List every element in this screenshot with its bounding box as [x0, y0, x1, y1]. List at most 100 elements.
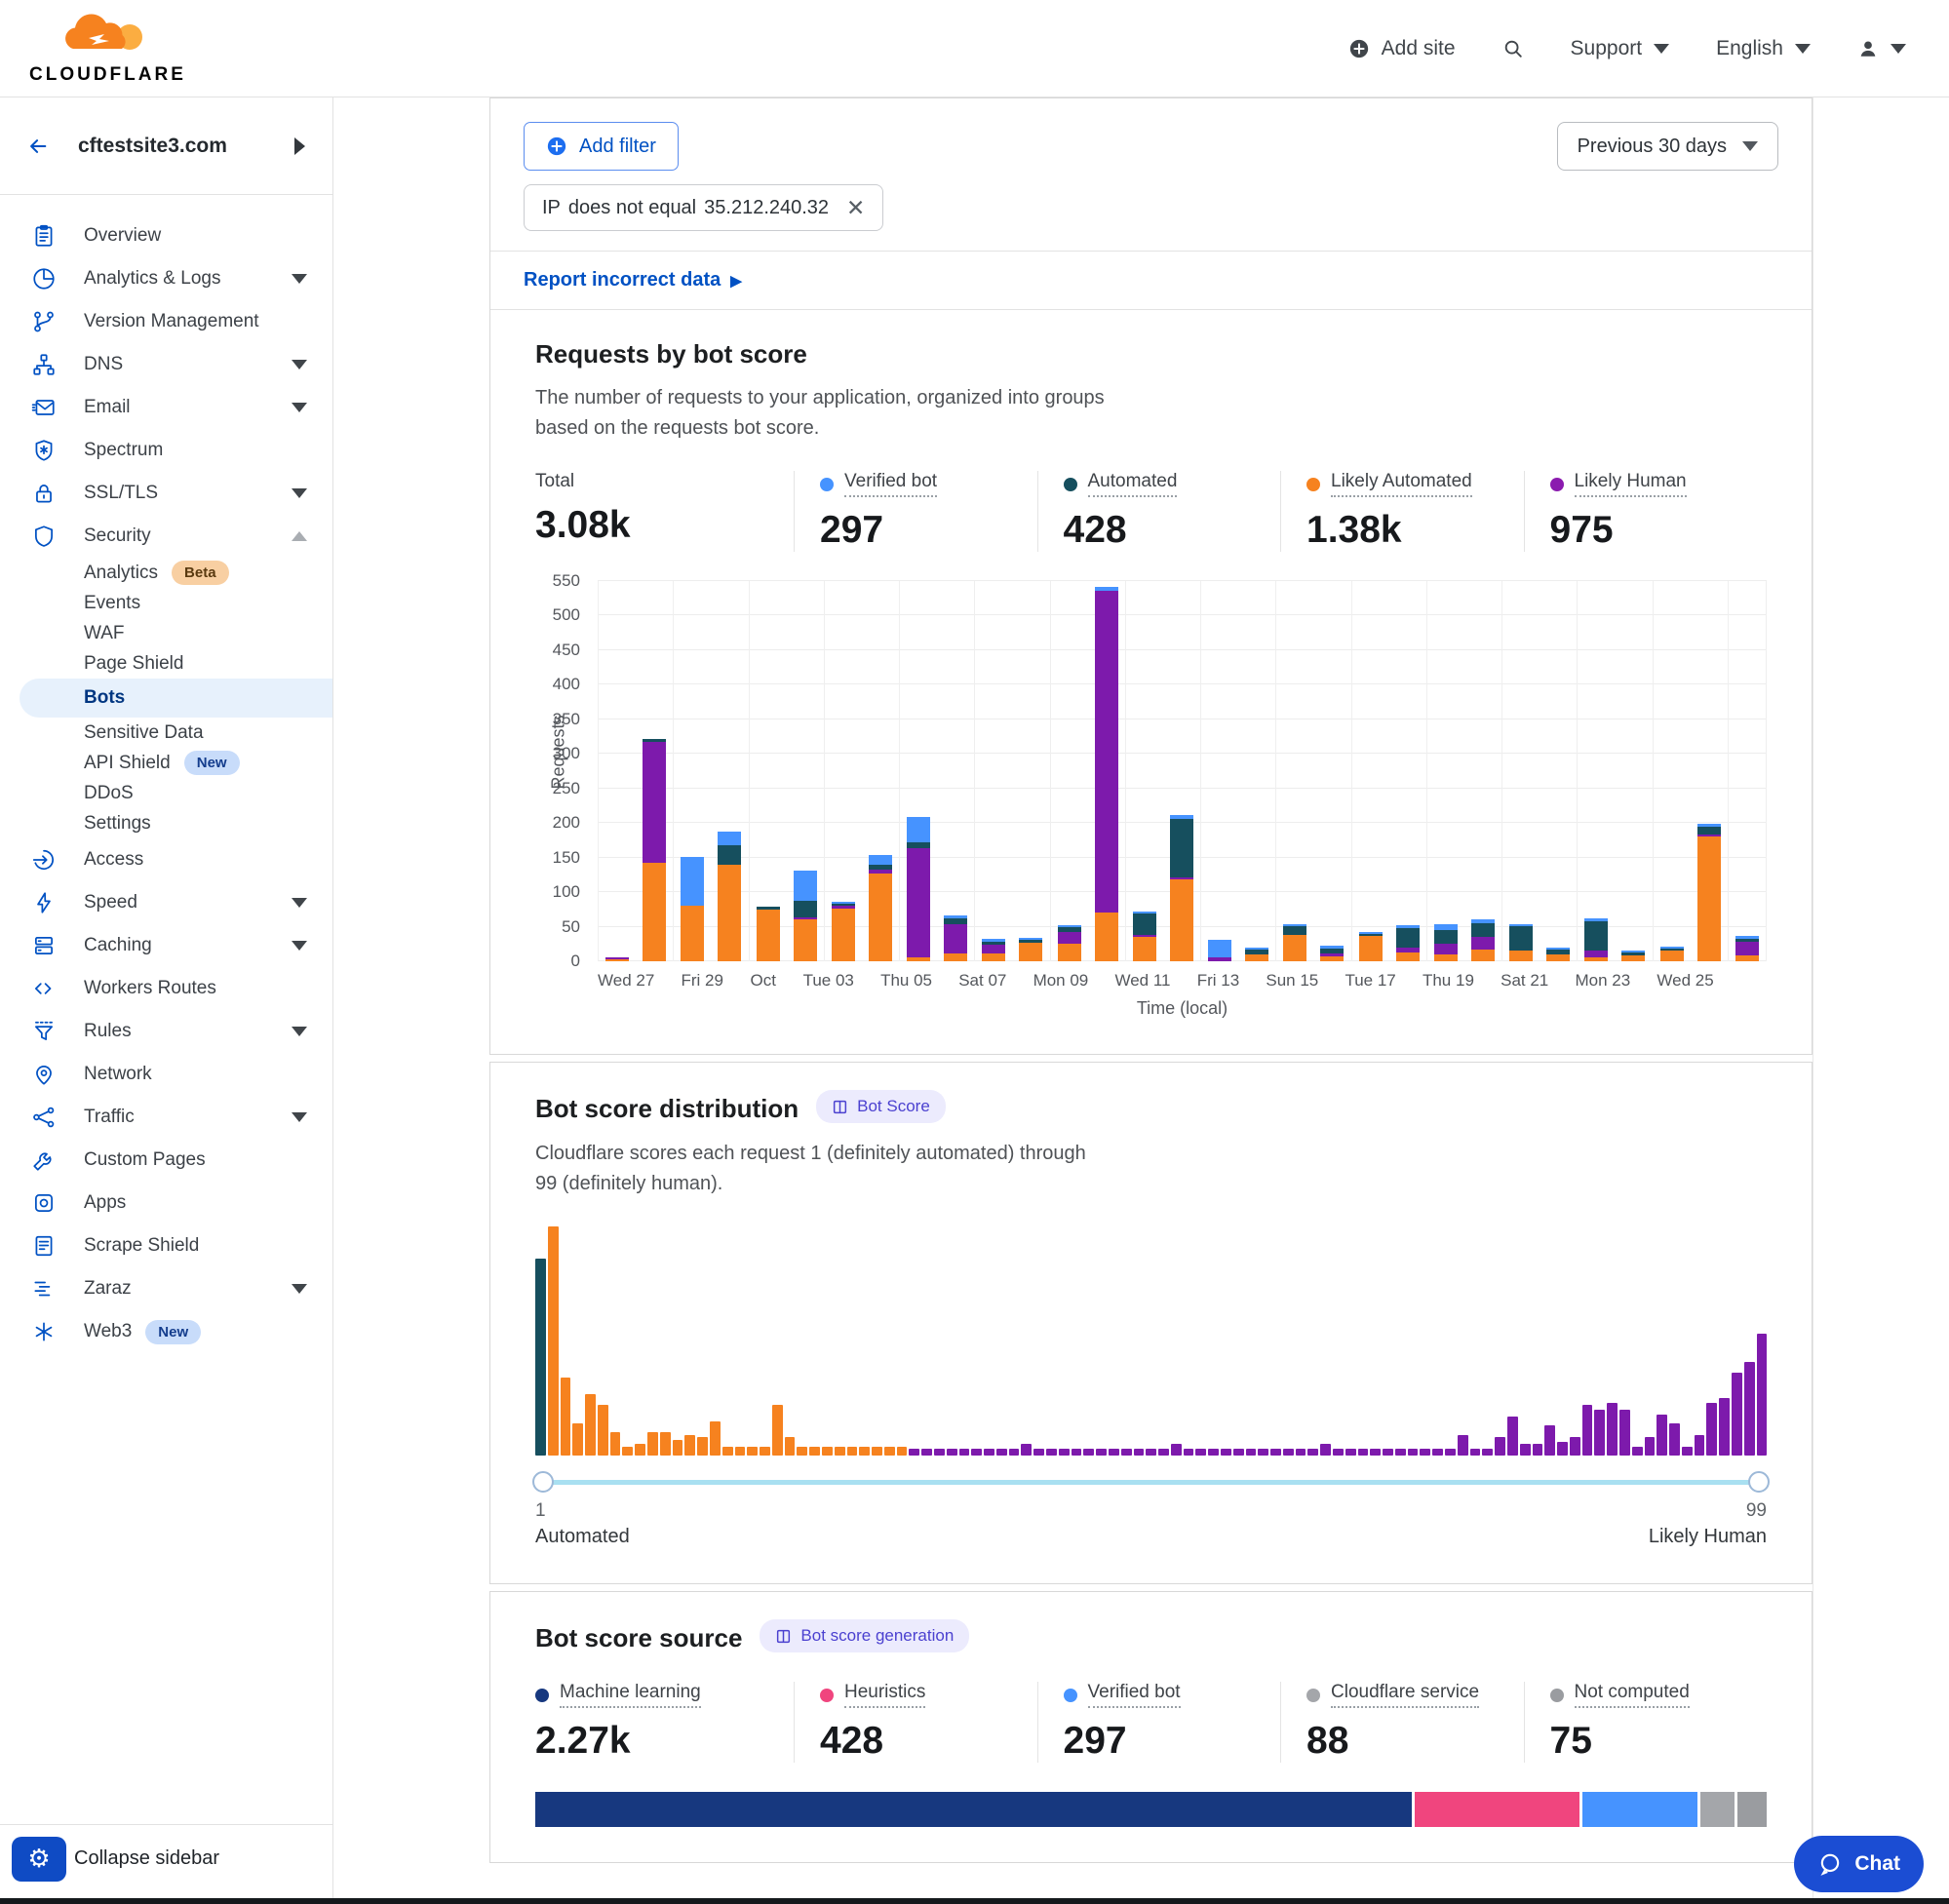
histogram-bar — [548, 1226, 559, 1456]
legend-dot — [1064, 478, 1077, 491]
sidebar-item-caching[interactable]: Caching — [0, 924, 332, 967]
bot-score-generation-badge[interactable]: Bot score generation — [760, 1619, 969, 1652]
chevron-down-icon — [292, 1027, 307, 1036]
email-icon — [31, 395, 57, 420]
language-menu[interactable]: English — [1716, 37, 1811, 60]
verified-bot-segment — [718, 832, 741, 845]
x-tick-label — [654, 971, 681, 991]
x-tick-label: Mon 09 — [1033, 971, 1089, 991]
sidebar-item-security[interactable]: Security — [0, 515, 332, 558]
add-filter-button[interactable]: Add filter — [524, 122, 679, 171]
preferences-button[interactable]: ⚙ — [12, 1837, 66, 1882]
slider-min-label: 1 — [535, 1500, 546, 1522]
histogram-bar — [1296, 1449, 1306, 1456]
stat-label[interactable]: Cloudflare service — [1331, 1682, 1479, 1708]
histogram-bar — [1432, 1449, 1443, 1456]
likely-human-segment — [1584, 951, 1608, 957]
sidebar-item-traffic[interactable]: Traffic — [0, 1096, 332, 1139]
report-incorrect-data-link[interactable]: Report incorrect data ▶ — [524, 269, 742, 291]
histogram-bar — [598, 1405, 608, 1456]
likely-automated-segment — [1320, 956, 1344, 961]
histogram-bar — [1046, 1449, 1057, 1456]
bot-score-histogram — [535, 1226, 1767, 1456]
sidebar-item-email[interactable]: Email — [0, 386, 332, 429]
filter-chip[interactable]: IP does not equal 35.212.240.32 ✕ — [524, 184, 883, 231]
histogram-bar — [1657, 1415, 1667, 1456]
sidebar-item-workers-routes[interactable]: Workers Routes — [0, 967, 332, 1010]
slider-handle-max[interactable] — [1748, 1471, 1770, 1493]
add-site-button[interactable]: Add site — [1348, 37, 1456, 60]
sidebar-item-apps[interactable]: Apps — [0, 1182, 332, 1224]
sidebar-item-page-shield[interactable]: Page Shield — [0, 648, 332, 679]
chart-bar — [1170, 815, 1193, 961]
sidebar-item-scrape-shield[interactable]: Scrape Shield — [0, 1224, 332, 1267]
sidebar-item-zaraz[interactable]: Zaraz — [0, 1267, 332, 1310]
stat-value: 297 — [1064, 1720, 1281, 1763]
bot-score-badge[interactable]: Bot Score — [816, 1090, 946, 1123]
close-icon[interactable]: ✕ — [846, 195, 865, 221]
sidebar-item-api-shield[interactable]: API ShieldNew — [0, 748, 332, 778]
sidebar-item-bots[interactable]: Bots — [19, 679, 332, 718]
histogram-bar — [1109, 1449, 1119, 1456]
chevron-right-icon[interactable] — [294, 137, 305, 155]
sidebar-item-events[interactable]: Events — [0, 588, 332, 618]
sidebar-item-dns[interactable]: DNS — [0, 343, 332, 386]
sidebar-item-access[interactable]: Access — [0, 838, 332, 881]
likely-automated-segment — [1471, 950, 1495, 961]
site-selector[interactable]: cftestsite3.com — [0, 97, 332, 195]
stat-label[interactable]: Verified bot — [844, 471, 937, 497]
y-tick-label: 350 — [553, 710, 580, 729]
sidebar-item-analytics[interactable]: AnalyticsBeta — [0, 558, 332, 588]
stat-label[interactable]: Verified bot — [1088, 1682, 1181, 1708]
search-icon[interactable] — [1502, 38, 1524, 59]
sidebar-item-web3[interactable]: Web3New — [0, 1310, 332, 1353]
sidebar-item-label: Workers Routes — [84, 978, 216, 999]
stat-value: 975 — [1550, 509, 1768, 552]
stat-label[interactable]: Likely Human — [1575, 471, 1687, 497]
sidebar-item-custom-pages[interactable]: Custom Pages — [0, 1139, 332, 1182]
stat-label[interactable]: Automated — [1088, 471, 1178, 497]
sidebar-item-speed[interactable]: Speed — [0, 881, 332, 924]
legend-dot — [1550, 478, 1564, 491]
histogram-bar — [673, 1440, 683, 1456]
sidebar-item-ddos[interactable]: DDoS — [0, 778, 332, 808]
date-range-value: Previous 30 days — [1578, 136, 1727, 158]
sidebar-item-network[interactable]: Network — [0, 1053, 332, 1096]
chart-bar — [1621, 951, 1645, 961]
sidebar-item-analytics-logs[interactable]: Analytics & Logs — [0, 257, 332, 300]
distribution-section-title: Bot score distribution Bot Score — [535, 1092, 946, 1125]
histogram-bar — [1470, 1449, 1481, 1456]
filter-value: 35.212.240.32 — [704, 197, 829, 219]
sidebar-item-overview[interactable]: Overview — [0, 214, 332, 257]
x-tick-label — [1548, 971, 1575, 991]
stat-label[interactable]: Likely Automated — [1331, 471, 1472, 497]
sidebar-item-rules[interactable]: Rules — [0, 1010, 332, 1053]
histogram-bar — [897, 1447, 908, 1456]
histogram-bar — [1757, 1334, 1768, 1456]
chart-bar — [907, 817, 930, 961]
sidebar-item-waf[interactable]: WAF — [0, 618, 332, 648]
x-tick-label — [776, 971, 802, 991]
account-menu[interactable] — [1857, 38, 1906, 59]
sidebar-item-version-management[interactable]: Version Management — [0, 300, 332, 343]
collapse-sidebar-button[interactable]: Collapse sidebar — [74, 1847, 219, 1870]
sidebar-item-ssl-tls[interactable]: SSL/TLS — [0, 472, 332, 515]
source-card: Bot score source Bot score generation Ma… — [489, 1591, 1813, 1863]
chart-slot — [862, 581, 899, 961]
likely-automated-segment — [907, 957, 930, 961]
chart-bar — [1396, 925, 1420, 961]
chart-slot — [1728, 581, 1767, 961]
back-arrow-icon[interactable] — [27, 136, 49, 157]
sidebar-item-sensitive-data[interactable]: Sensitive Data — [0, 718, 332, 748]
stat-label[interactable]: Heuristics — [844, 1682, 925, 1708]
slider-handle-min[interactable] — [532, 1471, 554, 1493]
support-menu[interactable]: Support — [1571, 37, 1670, 60]
stat-label[interactable]: Machine learning — [560, 1682, 701, 1708]
stat-label[interactable]: Not computed — [1575, 1682, 1690, 1708]
y-axis-labels: 050100150200250300350400450500550 — [535, 581, 586, 961]
sidebar-item-spectrum[interactable]: Spectrum — [0, 429, 332, 472]
sidebar-item-settings[interactable]: Settings — [0, 808, 332, 838]
date-range-select[interactable]: Previous 30 days — [1557, 122, 1778, 171]
sidebar-item-label: WAF — [84, 623, 125, 644]
chat-button[interactable]: Chat — [1794, 1836, 1924, 1892]
